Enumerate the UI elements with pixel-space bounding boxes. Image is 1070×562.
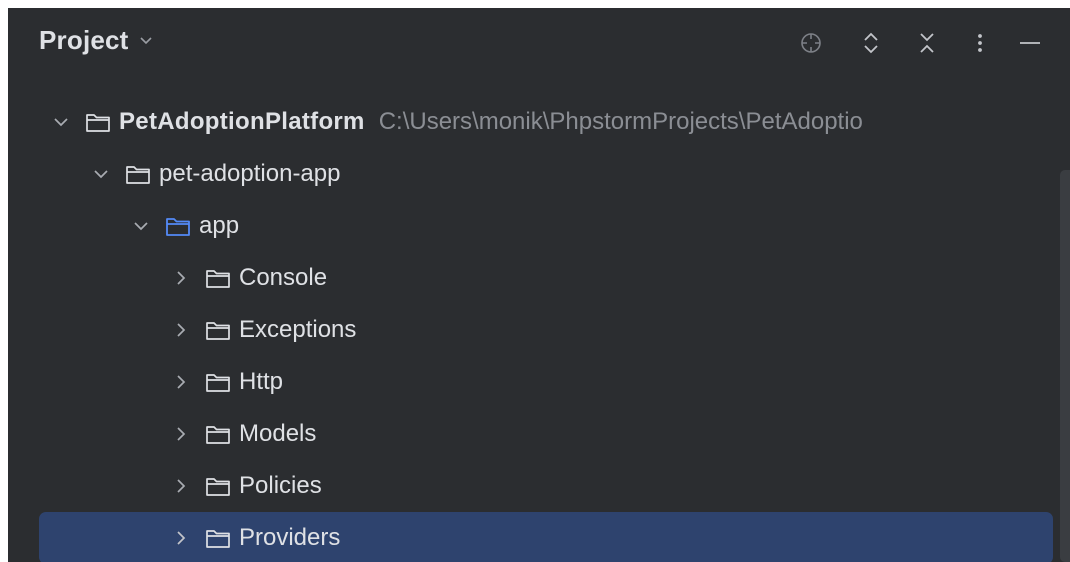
more-options-icon[interactable] (963, 26, 997, 60)
header-toolbar (8, 8, 1070, 78)
tool-window-header: Project (8, 8, 1070, 78)
tree-item-label: Console (239, 264, 328, 291)
folder-icon (206, 374, 230, 392)
tree-row-models[interactable]: Models (8, 408, 1070, 460)
source-folder-icon (166, 218, 190, 236)
chevron-right-icon[interactable] (170, 267, 192, 289)
tree-row-providers[interactable]: Providers (8, 512, 1070, 562)
collapse-all-icon[interactable] (910, 26, 944, 60)
chevron-right-icon[interactable] (170, 319, 192, 341)
expand-all-icon[interactable] (854, 26, 888, 60)
tree-item-label: Exceptions (239, 316, 357, 343)
tree-row-app[interactable]: app (8, 200, 1070, 252)
project-tool-window: Project PetAdoptionPlatform C:\Users\mon… (8, 8, 1070, 562)
tree-item-label: Providers (239, 524, 341, 551)
folder-icon (206, 426, 230, 444)
tree-item-label: Policies (239, 472, 322, 499)
tree-row-exceptions[interactable]: Exceptions (8, 304, 1070, 356)
tree-row-policies[interactable]: Policies (8, 460, 1070, 512)
folder-icon (206, 530, 230, 548)
tree-row-http[interactable]: Http (8, 356, 1070, 408)
tree-row-console[interactable]: Console (8, 252, 1070, 304)
chevron-down-icon[interactable] (50, 111, 72, 133)
folder-icon (206, 270, 230, 288)
tree-item-label: pet-adoption-app (159, 160, 341, 187)
chevron-right-icon[interactable] (170, 527, 192, 549)
chevron-right-icon[interactable] (170, 423, 192, 445)
chevron-right-icon[interactable] (170, 475, 192, 497)
tree-row-root[interactable]: PetAdoptionPlatform C:\Users\monik\Phpst… (8, 96, 1070, 148)
tree-item-label: Http (239, 368, 284, 395)
chevron-right-icon[interactable] (170, 371, 192, 393)
tree-item-label: PetAdoptionPlatform (119, 108, 365, 135)
vertical-scrollbar[interactable] (1060, 170, 1070, 562)
folder-icon (86, 114, 110, 132)
locate-icon[interactable] (794, 26, 828, 60)
folder-icon (206, 478, 230, 496)
hide-icon[interactable] (1013, 26, 1047, 60)
tree-item-label: Models (239, 420, 317, 447)
chevron-down-icon[interactable] (130, 215, 152, 237)
project-path: C:\Users\monik\PhpstormProjects\PetAdopt… (378, 108, 863, 135)
chevron-down-icon[interactable] (90, 163, 112, 185)
tree-row-pet-adoption-app[interactable]: pet-adoption-app (8, 148, 1070, 200)
folder-icon (126, 166, 150, 184)
tree-item-label: app (199, 212, 240, 239)
folder-icon (206, 322, 230, 340)
